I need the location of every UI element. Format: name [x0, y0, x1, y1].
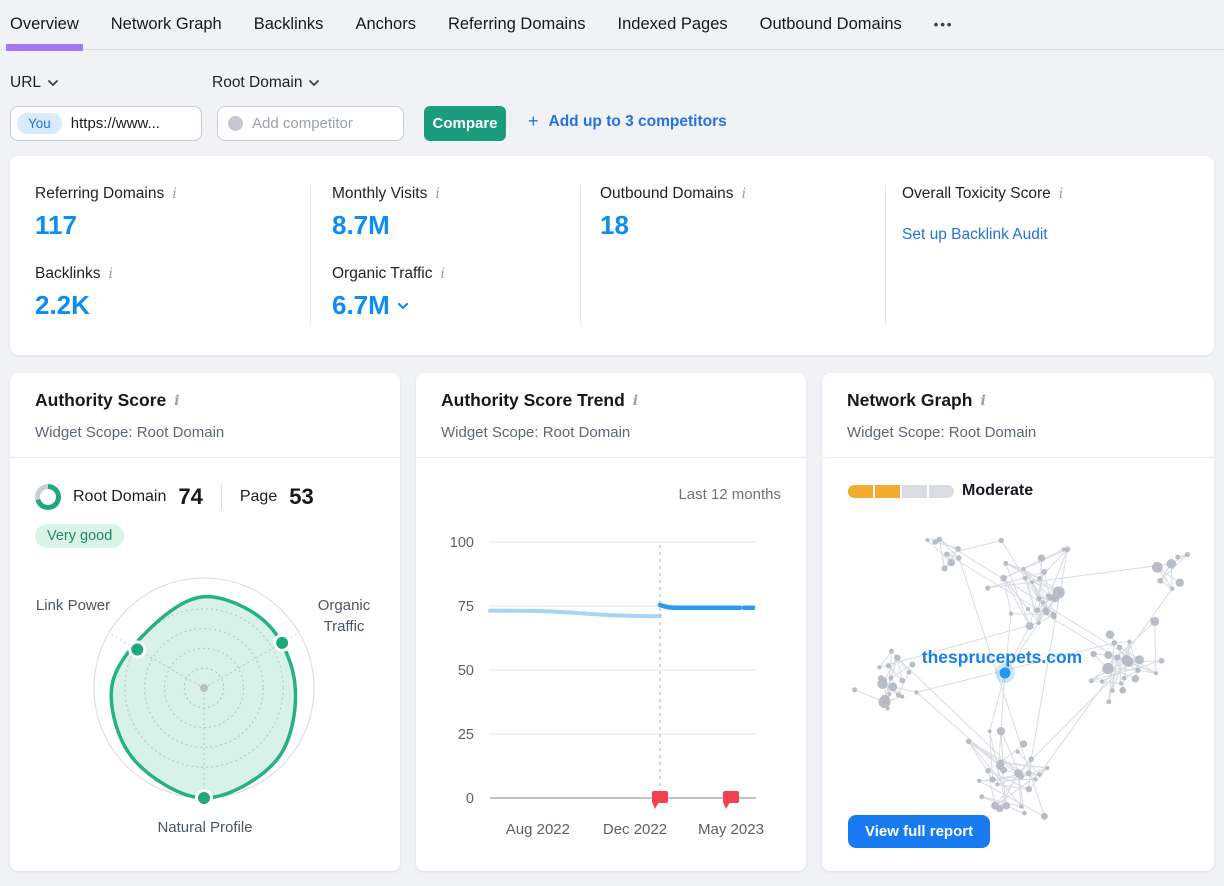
plus-icon: + — [528, 111, 539, 132]
stat-value: 18 — [600, 210, 746, 241]
you-badge: You — [17, 113, 62, 134]
svg-text:Aug 2022: Aug 2022 — [506, 821, 570, 838]
card-title: Network Graphi — [847, 390, 986, 411]
info-icon[interactable]: i — [435, 186, 439, 202]
stat-value: 117 — [35, 210, 177, 241]
compare-button[interactable]: Compare — [424, 106, 506, 141]
card-title: Authority Score Trendi — [441, 390, 638, 411]
view-full-report-button[interactable]: View full report — [848, 815, 990, 848]
svg-text:75: 75 — [458, 599, 474, 615]
stat-label: Backlinksi — [35, 265, 177, 283]
info-icon[interactable]: i — [441, 266, 445, 282]
score-row: Root Domain 74 Page 53 — [35, 484, 314, 510]
chevron-down-icon — [309, 80, 319, 86]
divider — [10, 457, 400, 458]
toxicity-column: Overall Toxicity Scorei Set up Backlink … — [902, 185, 1063, 244]
root-domain-label: Root Domain — [73, 488, 166, 506]
tab-indexed-pages[interactable]: Indexed Pages — [618, 0, 728, 50]
svg-text:25: 25 — [458, 727, 474, 743]
gauge-segment — [848, 485, 873, 498]
divider — [822, 457, 1214, 458]
page-label: Page — [240, 488, 277, 506]
add-competitors-link[interactable]: + Add up to 3 competitors — [528, 111, 727, 132]
authority-trend-chart: 100 75 50 25 0 Aug 2022 Dec 2022 May 2023 — [416, 457, 806, 871]
widget-scope: Widget Scope: Root Domain — [847, 424, 1036, 441]
info-icon[interactable]: i — [742, 186, 746, 202]
stat-label: Organic Traffici — [332, 265, 445, 283]
url-type-label: URL — [10, 74, 41, 92]
more-tabs-button[interactable]: ••• — [934, 0, 954, 50]
stat-column: Outbound Domainsi 18 — [600, 185, 746, 265]
network-graph-visualization: thesprucepets.com — [822, 513, 1214, 865]
tab-anchors[interactable]: Anchors — [355, 0, 416, 50]
tab-overview[interactable]: Overview — [10, 0, 79, 50]
authority-score-trend-card: Authority Score Trendi Widget Scope: Roo… — [416, 373, 806, 871]
info-icon[interactable]: i — [108, 266, 112, 282]
root-domain-score: 74 — [178, 484, 202, 510]
network-risk-level: Moderate — [962, 482, 1033, 500]
divider — [580, 185, 581, 325]
divider — [221, 484, 222, 510]
svg-text:50: 50 — [458, 663, 474, 679]
svg-text:Dec 2022: Dec 2022 — [603, 821, 667, 838]
summary-metrics-card: Referring Domainsi 117 Backlinksi 2.2K Mont… — [10, 156, 1214, 355]
network-risk-gauge — [848, 485, 954, 498]
stat-label: Monthly Visitsi — [332, 185, 445, 203]
url-type-dropdown[interactable]: URL — [10, 74, 58, 92]
scope-dropdown[interactable]: Root Domain — [212, 74, 319, 92]
authority-score-card: Authority Scorei Widget Scope: Root Doma… — [10, 373, 400, 871]
toxicity-label: Overall Toxicity Scorei — [902, 185, 1063, 203]
tab-network-graph[interactable]: Network Graph — [111, 0, 222, 50]
chevron-down-icon — [48, 80, 58, 86]
score-donut-icon — [35, 484, 61, 510]
divider — [885, 185, 886, 325]
radar-axis-organic-traffic: Organic Traffic — [298, 595, 390, 637]
competitor-color-dot-icon — [228, 116, 243, 131]
svg-text:100: 100 — [450, 535, 474, 551]
score-rating-badge: Very good — [35, 524, 124, 548]
info-icon[interactable]: i — [633, 393, 638, 409]
stat-column: Monthly Visitsi 8.7M Organic Traffici 6.7M — [332, 185, 445, 345]
stat-column: Referring Domainsi 117 Backlinksi 2.2K — [35, 185, 177, 345]
info-icon[interactable]: i — [1059, 186, 1063, 202]
radar-axis-link-power: Link Power — [28, 595, 118, 616]
stat-value: 2.2K — [35, 290, 177, 321]
stat-label: Outbound Domainsi — [600, 185, 746, 203]
network-center-domain-label[interactable]: thesprucepets.com — [922, 647, 1082, 667]
widget-scope: Widget Scope: Root Domain — [35, 424, 224, 441]
your-domain-input[interactable]: You https://www... — [10, 106, 202, 141]
svg-text:May 2023: May 2023 — [698, 821, 764, 838]
card-title: Authority Scorei — [35, 390, 180, 411]
page-score: 53 — [289, 484, 313, 510]
svg-text:0: 0 — [466, 791, 474, 807]
widget-scope: Widget Scope: Root Domain — [441, 424, 630, 441]
competitor-placeholder: Add competitor — [252, 115, 353, 132]
tab-backlinks[interactable]: Backlinks — [254, 0, 324, 50]
info-icon[interactable]: i — [980, 393, 985, 409]
add-competitors-label: Add up to 3 competitors — [549, 113, 727, 131]
info-icon[interactable]: i — [172, 186, 176, 202]
gauge-segment — [875, 485, 900, 498]
tab-referring-domains[interactable]: Referring Domains — [448, 0, 586, 50]
stat-value: 8.7M — [332, 210, 445, 241]
stat-value[interactable]: 6.7M — [332, 290, 445, 321]
radar-axis-natural-profile: Natural Profile — [105, 817, 305, 838]
divider — [310, 185, 311, 325]
add-competitor-input[interactable]: Add competitor — [217, 106, 404, 141]
network-graph-card: Network Graphi Widget Scope: Root Domain… — [822, 373, 1214, 871]
chevron-down-icon — [398, 303, 408, 309]
report-tabs: Overview Network Graph Backlinks Anchors Ref… — [0, 0, 1224, 50]
your-domain-value: https://www... — [71, 115, 160, 132]
setup-backlink-audit-link[interactable]: Set up Backlink Audit — [902, 226, 1048, 244]
gauge-segment — [902, 485, 927, 498]
info-icon[interactable]: i — [174, 393, 179, 409]
gauge-segment — [929, 485, 954, 498]
scope-label: Root Domain — [212, 74, 302, 92]
tab-outbound-domains[interactable]: Outbound Domains — [760, 0, 902, 50]
stat-label: Referring Domainsi — [35, 185, 177, 203]
